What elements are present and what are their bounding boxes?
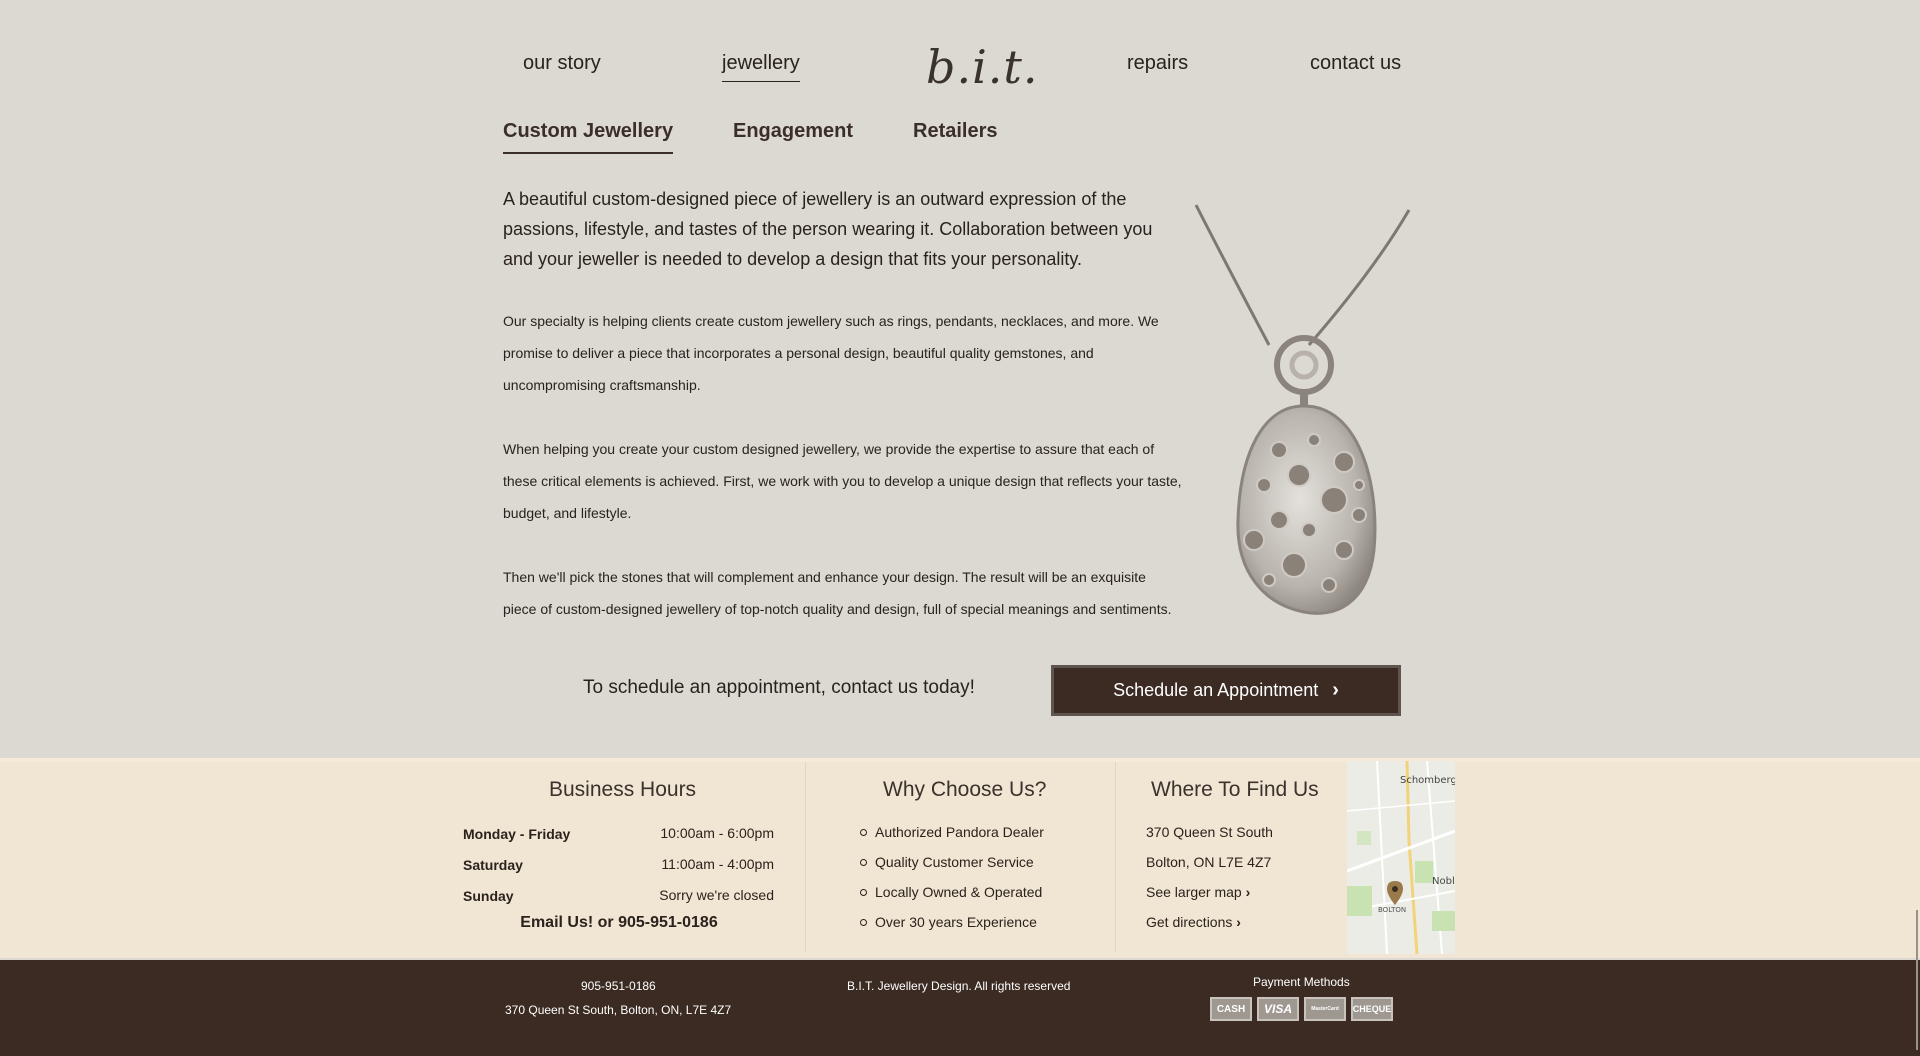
where-to-find-us-title: Where To Find Us — [1151, 778, 1319, 801]
get-directions-label: Get directions — [1146, 914, 1233, 930]
specialty-paragraph: Our specialty is helping clients create … — [503, 313, 1159, 393]
map-label-nobleton: Noble — [1432, 876, 1455, 887]
why-list-item: Locally Owned & Operated — [860, 884, 1042, 900]
see-larger-map-link[interactable]: See larger map › — [1146, 884, 1250, 900]
nav-our-story[interactable]: our story — [523, 52, 601, 75]
footer-phone: 905-951-0186 — [581, 979, 656, 993]
footer-copyright: B.I.T. Jewellery Design. All rights rese… — [847, 979, 1071, 993]
tab-custom-jewellery[interactable]: Custom Jewellery — [503, 120, 674, 154]
schedule-appointment-button[interactable]: Schedule an Appointment › — [1051, 665, 1401, 716]
nav-jewellery[interactable]: jewellery — [722, 52, 800, 82]
map-label-schomberg: Schomberg — [1400, 775, 1455, 786]
bullet-icon — [860, 918, 867, 926]
site-footer — [0, 960, 1920, 1056]
map-label-bolton: BOLTON — [1378, 906, 1406, 914]
cash-icon: CASH — [1210, 997, 1252, 1021]
business-hours-title: Business Hours — [549, 778, 697, 801]
get-directions-link[interactable]: Get directions › — [1146, 914, 1241, 930]
hours-time: 11:00am - 4:00pm — [661, 856, 774, 872]
pendant-image — [1194, 204, 1411, 615]
bullet-icon — [860, 828, 867, 836]
why-item-text: Locally Owned & Operated — [875, 884, 1043, 900]
schedule-appointment-label: Schedule an Appointment — [1113, 680, 1319, 700]
column-divider — [805, 762, 806, 952]
location-map[interactable]: Schomberg Noble BOLTON — [1347, 761, 1455, 954]
address-line-2: Bolton, ON L7E 4Z7 — [1146, 854, 1272, 870]
why-list-item: Over 30 years Experience — [860, 914, 1037, 930]
why-list-item: Quality Customer Service — [860, 854, 1034, 870]
mastercard-icon: MasterCard — [1304, 997, 1346, 1021]
nav-repairs[interactable]: repairs — [1127, 52, 1188, 75]
expertise-paragraph: When helping you create your custom desi… — [503, 441, 1182, 521]
email-phone-link[interactable]: Email Us! or 905-951-0186 — [463, 914, 775, 932]
intro-paragraph: A beautiful custom-designed piece of jew… — [503, 189, 1153, 269]
payment-methods-title: Payment Methods — [1253, 975, 1350, 989]
page-scrollbar[interactable] — [1916, 910, 1918, 1050]
chevron-right-icon: › — [1332, 679, 1339, 701]
hours-day: Saturday — [463, 857, 523, 873]
top-nav: our story jewellery b.i.t. repairs conta… — [0, 40, 1920, 94]
column-divider — [1115, 762, 1116, 952]
cheque-icon: CHEQUE — [1351, 997, 1393, 1021]
site-logo[interactable]: b.i.t. — [926, 40, 1039, 94]
chevron-right-icon: › — [1236, 914, 1241, 930]
hours-time: 10:00am - 6:00pm — [660, 825, 774, 841]
why-list-item: Authorized Pandora Dealer — [860, 824, 1044, 840]
tab-retailers[interactable]: Retailers — [913, 120, 998, 143]
footer-address: 370 Queen St South, Bolton, ON, L7E 4Z7 — [505, 1003, 732, 1017]
why-item-text: Authorized Pandora Dealer — [875, 824, 1044, 840]
cta-text: To schedule an appointment, contact us t… — [583, 677, 975, 698]
hours-day: Sunday — [463, 888, 514, 904]
nav-contact-us[interactable]: contact us — [1310, 52, 1401, 75]
why-item-text: Quality Customer Service — [875, 854, 1034, 870]
why-item-text: Over 30 years Experience — [875, 914, 1037, 930]
tab-engagement[interactable]: Engagement — [733, 120, 853, 143]
bullet-icon — [860, 858, 867, 866]
bullet-icon — [860, 888, 867, 896]
chevron-right-icon: › — [1245, 884, 1251, 900]
see-larger-map-label: See larger map — [1146, 884, 1242, 900]
why-choose-us-title: Why Choose Us? — [883, 778, 1047, 801]
visa-icon: VISA — [1257, 997, 1299, 1021]
address-line-1: 370 Queen St South — [1146, 824, 1273, 840]
stones-paragraph: Then we'll pick the stones that will com… — [503, 569, 1172, 617]
hours-time: Sorry we're closed — [659, 887, 774, 903]
hours-day: Monday - Friday — [463, 826, 571, 842]
